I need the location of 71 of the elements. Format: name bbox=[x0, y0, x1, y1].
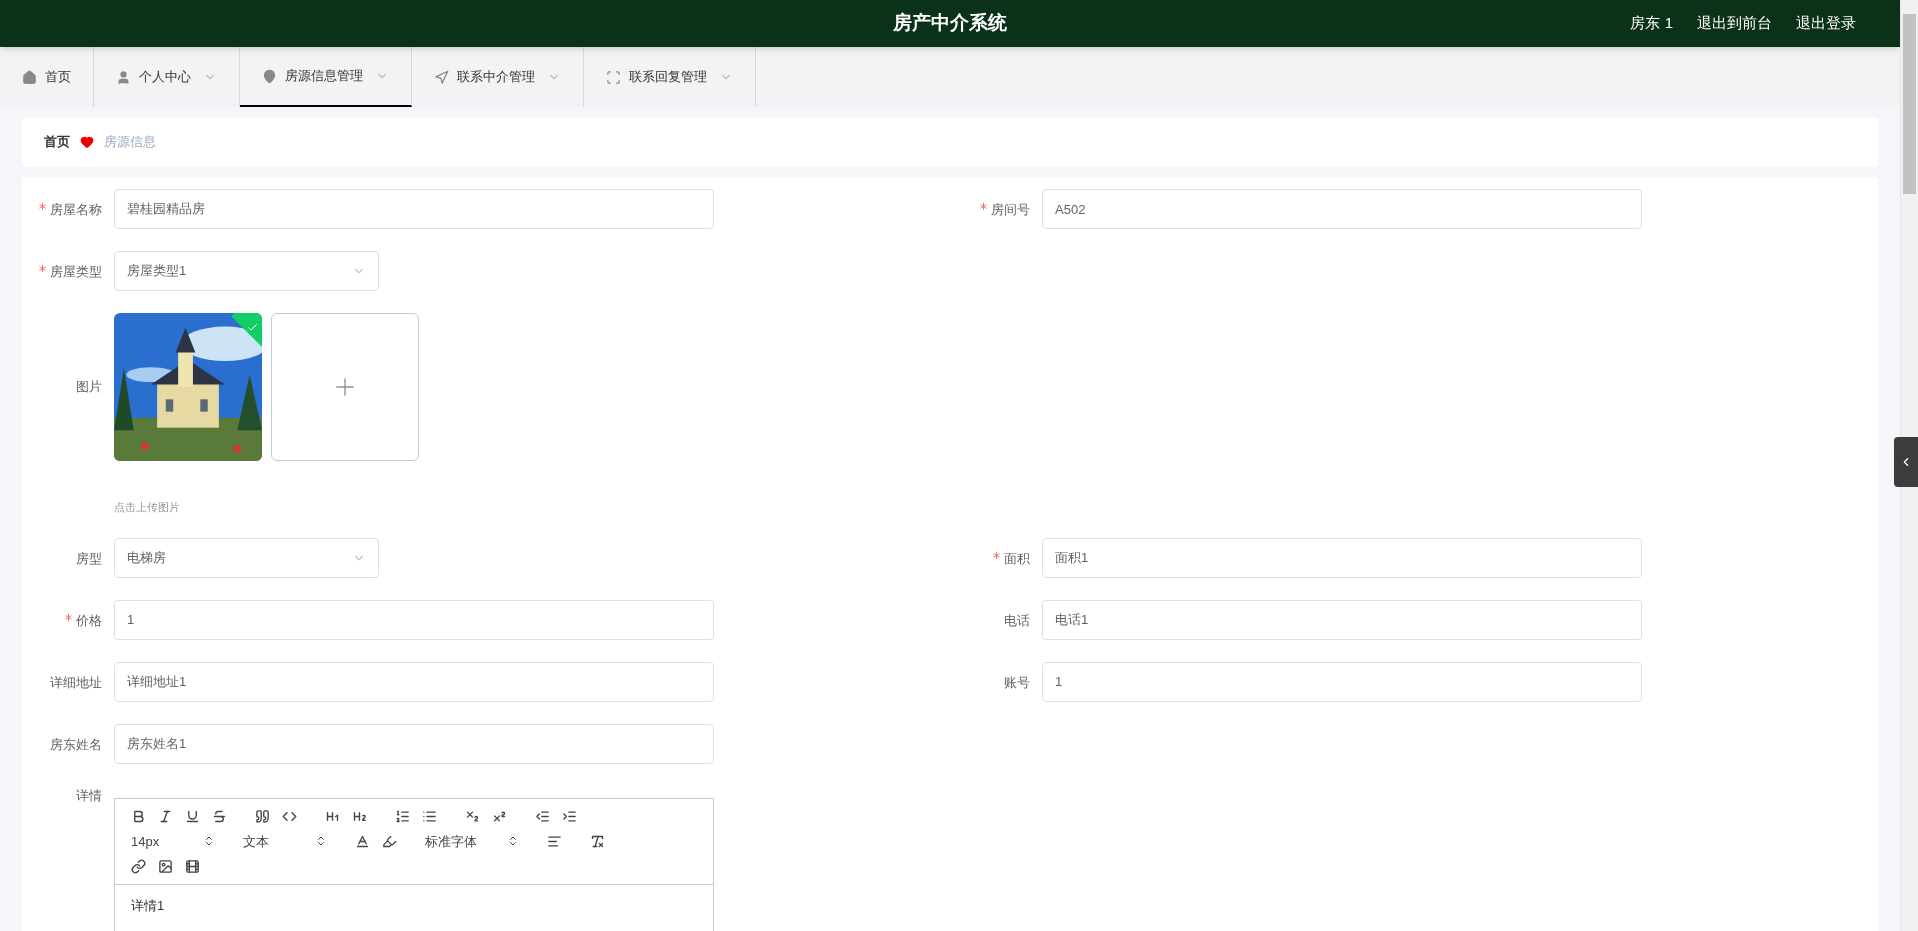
strikethrough-icon[interactable] bbox=[212, 808, 227, 824]
video-icon[interactable] bbox=[185, 859, 200, 874]
ordered-list-icon[interactable] bbox=[395, 808, 410, 824]
upload-hint: 点击上传图片 bbox=[114, 500, 181, 515]
required-asterisk-icon bbox=[980, 203, 987, 210]
nav-tab[interactable]: 联系回复管理 bbox=[584, 47, 756, 107]
font-family-select[interactable]: 标准字体 bbox=[425, 831, 519, 851]
required-asterisk-icon bbox=[39, 265, 46, 272]
side-panel-toggle[interactable] bbox=[1894, 437, 1918, 487]
nav-tab[interactable]: 联系中介管理 bbox=[412, 47, 584, 107]
home-icon bbox=[22, 69, 37, 85]
text-field[interactable]: 详细地址1 bbox=[114, 661, 714, 702]
text-field[interactable]: 电话1 bbox=[1042, 599, 1642, 640]
field-label: 账号 bbox=[1004, 673, 1030, 692]
highlight-icon[interactable] bbox=[382, 833, 397, 849]
field-label: 图片 bbox=[76, 378, 102, 396]
font-size-select[interactable]: 14px bbox=[131, 831, 215, 851]
field-label: 房东姓名 bbox=[50, 735, 102, 754]
select-field[interactable]: 房屋类型1 bbox=[114, 251, 379, 291]
superscript-icon[interactable] bbox=[492, 808, 507, 824]
nav-tab[interactable]: 房源信息管理 bbox=[240, 47, 412, 107]
image-icon[interactable] bbox=[158, 859, 173, 874]
header-link[interactable]: 退出登录 bbox=[1796, 12, 1856, 35]
header-link[interactable]: 退出到前台 bbox=[1697, 12, 1772, 35]
up-down-caret-icon bbox=[507, 835, 519, 848]
map-pin-icon bbox=[262, 68, 277, 84]
required-asterisk-icon bbox=[993, 551, 1000, 559]
editor-content: 详情1 bbox=[131, 898, 165, 913]
up-down-caret-icon bbox=[203, 835, 215, 848]
text-field[interactable]: 房东姓名1 bbox=[114, 723, 714, 764]
scrollbar-thumb[interactable] bbox=[1903, 14, 1916, 194]
bullet-list-icon[interactable] bbox=[422, 808, 437, 824]
app-title: 房产中介系统 bbox=[893, 11, 1007, 36]
field-label: 电话 bbox=[1004, 611, 1030, 630]
text-field[interactable]: 碧桂园精品房 bbox=[114, 189, 714, 229]
navigation-arrow-icon bbox=[434, 69, 449, 85]
field-label: 面积 bbox=[993, 548, 1030, 568]
required-asterisk-icon bbox=[39, 203, 46, 210]
text-color-icon[interactable] bbox=[355, 833, 370, 849]
up-down-caret-icon bbox=[315, 835, 327, 848]
field-label: 价格 bbox=[65, 610, 102, 630]
nav-tab[interactable]: 个人中心 bbox=[94, 47, 240, 107]
user-icon bbox=[116, 69, 131, 85]
field-label: 房屋名称 bbox=[39, 200, 102, 220]
indent-icon[interactable] bbox=[562, 808, 577, 824]
heading-select[interactable]: 文本 bbox=[243, 831, 327, 851]
field-label: 房间号 bbox=[980, 200, 1030, 220]
scan-frame-icon bbox=[606, 69, 621, 85]
field-label: 房型 bbox=[76, 549, 102, 568]
field-label: 房屋类型 bbox=[39, 262, 102, 282]
align-left-icon[interactable] bbox=[547, 833, 562, 849]
text-field[interactable]: 1 bbox=[114, 599, 714, 640]
clear-format-icon[interactable] bbox=[590, 833, 605, 849]
heart-icon bbox=[80, 135, 94, 149]
underline-icon[interactable] bbox=[185, 808, 200, 824]
text-field[interactable]: 1 bbox=[1042, 661, 1642, 702]
link-icon[interactable] bbox=[131, 859, 146, 874]
outdent-icon[interactable] bbox=[535, 808, 550, 824]
bold-icon[interactable] bbox=[131, 808, 146, 824]
header-link[interactable]: 房东 1 bbox=[1630, 12, 1673, 35]
text-field[interactable]: A502 bbox=[1042, 189, 1642, 229]
breadcrumb-link[interactable]: 首页 bbox=[44, 132, 70, 152]
nav-tab[interactable]: 首页 bbox=[0, 47, 94, 107]
field-label: 详情 bbox=[76, 786, 102, 805]
select-field[interactable]: 电梯房 bbox=[114, 537, 379, 578]
subscript-icon[interactable] bbox=[465, 808, 480, 824]
text-field[interactable]: 面积1 bbox=[1042, 537, 1642, 578]
field-label: 详细地址 bbox=[50, 673, 102, 692]
required-asterisk-icon bbox=[65, 613, 72, 621]
quote-icon[interactable] bbox=[255, 808, 270, 824]
italic-icon[interactable] bbox=[158, 808, 173, 824]
